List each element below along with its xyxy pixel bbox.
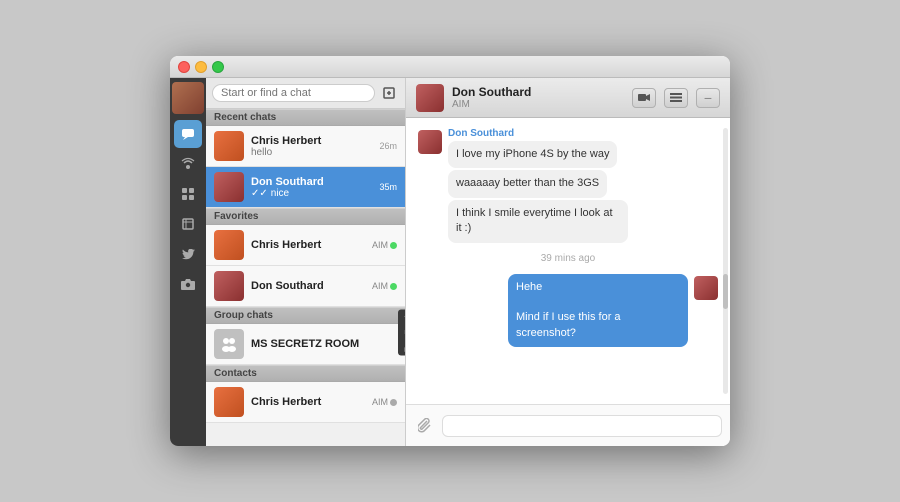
group-icon: [214, 329, 244, 359]
message-row: waaaaay better than the 3GS: [448, 170, 718, 197]
scrollbar-thumb[interactable]: [723, 274, 728, 309]
online-indicator: [390, 242, 397, 249]
aim-label: AIM: [372, 281, 388, 291]
close-chat-button[interactable]: −: [696, 88, 720, 108]
aim-label: AIM: [372, 240, 388, 250]
chat-header: Don Southard AIM −: [406, 78, 730, 118]
messages-area: Don Southard I love my iPhone 4S by the …: [406, 118, 730, 357]
section-contacts: Contacts: [206, 365, 405, 382]
scrollbar-track[interactable]: [723, 128, 728, 394]
chat-time: 26m: [379, 141, 397, 151]
search-bar: [206, 78, 405, 109]
app-body: Recent chats Chris Herbert hello 26m Don…: [170, 78, 730, 446]
message-content: Don Southard I love my iPhone 4S by the …: [448, 128, 617, 168]
chat-panel: Don Southard AIM −: [406, 78, 730, 446]
sidebar-icon-chat[interactable]: [174, 120, 202, 148]
chat-item-don-fav[interactable]: Don Southard AIM: [206, 266, 405, 307]
traffic-lights: [178, 61, 224, 73]
message-avatar: [418, 130, 442, 154]
chat-name: Don Southard: [251, 176, 372, 188]
message-content: I think I smile everytime I look at it :…: [448, 200, 628, 243]
video-call-button[interactable]: [632, 88, 656, 108]
timestamp: 39 mins ago: [418, 253, 718, 264]
aim-badge: AIM: [372, 240, 397, 250]
feedback-tab[interactable]: Feedback: [398, 310, 406, 356]
message-row: I think I smile everytime I look at it :…: [448, 200, 718, 243]
offline-indicator: [390, 399, 397, 406]
chat-info: Don Southard ✓✓ nice: [251, 176, 372, 199]
sidebar-icon-grid[interactable]: [174, 180, 202, 208]
chat-info: MS SECRETZ ROOM: [251, 338, 397, 350]
compose-button[interactable]: [379, 83, 399, 103]
message-bubble: I think I smile everytime I look at it :…: [448, 200, 628, 243]
chat-item-don-recent[interactable]: Don Southard ✓✓ nice 35m: [206, 167, 405, 208]
chat-info: Chris Herbert hello: [251, 135, 372, 158]
message-row: Don Southard I love my iPhone 4S by the …: [418, 128, 718, 168]
chat-header-service: AIM: [452, 99, 624, 110]
chat-avatar: [214, 387, 244, 417]
chat-header-name: Don Southard: [452, 85, 624, 99]
maximize-button[interactable]: [212, 61, 224, 73]
chat-item-ms-group[interactable]: MS SECRETZ ROOM: [206, 324, 405, 365]
chat-item-chris-fav[interactable]: Chris Herbert AIM: [206, 225, 405, 266]
sidebar-icon-camera[interactable]: [174, 270, 202, 298]
chat-info: Chris Herbert: [251, 396, 365, 408]
message-content: waaaaay better than the 3GS: [448, 170, 607, 197]
section-favorites: Favorites: [206, 208, 405, 225]
message-bubble: I love my iPhone 4S by the way: [448, 141, 617, 168]
chat-preview: ✓✓ nice: [251, 188, 372, 199]
message-sender: Don Southard: [448, 128, 617, 139]
chat-avatar: [214, 131, 244, 161]
sidebar-icon-twitter[interactable]: [174, 240, 202, 268]
chat-name: Chris Herbert: [251, 135, 372, 147]
chat-time: 35m: [379, 182, 397, 192]
chat-item-chris-recent[interactable]: Chris Herbert hello 26m: [206, 126, 405, 167]
message-bubble: waaaaay better than the 3GS: [448, 170, 607, 197]
delivered-icon: ✓✓: [251, 188, 268, 199]
message-content: HeheMind if I use this for a screenshot?: [508, 274, 688, 348]
chat-list-panel: Recent chats Chris Herbert hello 26m Don…: [206, 78, 406, 446]
message-group-outgoing: HeheMind if I use this for a screenshot?: [418, 274, 718, 348]
message-avatar-self: [694, 276, 718, 300]
chat-name: Chris Herbert: [251, 396, 365, 408]
aim-label: AIM: [372, 397, 388, 407]
input-area: [406, 404, 730, 446]
message-input[interactable]: [442, 415, 722, 437]
chat-item-chris-contact[interactable]: Chris Herbert AIM: [206, 382, 405, 423]
chat-preview: hello: [251, 147, 372, 158]
search-input[interactable]: [212, 84, 375, 102]
message-row-outgoing: HeheMind if I use this for a screenshot?: [418, 274, 718, 348]
close-button[interactable]: [178, 61, 190, 73]
messages-wrapper: Don Southard I love my iPhone 4S by the …: [406, 118, 730, 404]
sidebar-icon-broadcast[interactable]: [174, 150, 202, 178]
menu-button[interactable]: [664, 88, 688, 108]
section-recent-chats: Recent chats: [206, 109, 405, 126]
chat-name: Chris Herbert: [251, 239, 365, 251]
sidebar-icon-refresh[interactable]: [174, 210, 202, 238]
aim-badge: AIM: [372, 397, 397, 407]
chat-info: Chris Herbert: [251, 239, 365, 251]
chat-avatar: [214, 271, 244, 301]
online-indicator: [390, 283, 397, 290]
chat-name: MS SECRETZ ROOM: [251, 338, 397, 350]
title-bar: [170, 56, 730, 78]
chat-header-avatar: [416, 84, 444, 112]
attach-button[interactable]: [414, 415, 436, 437]
message-group-don: Don Southard I love my iPhone 4S by the …: [418, 128, 718, 243]
minimize-button[interactable]: [195, 61, 207, 73]
message-bubble-outgoing: HeheMind if I use this for a screenshot?: [508, 274, 688, 348]
chat-header-info: Don Southard AIM: [452, 85, 624, 110]
app-window: Recent chats Chris Herbert hello 26m Don…: [170, 56, 730, 446]
chat-avatar: [214, 172, 244, 202]
user-avatar[interactable]: [172, 82, 204, 114]
section-group-chats: Group chats: [206, 307, 405, 324]
chat-avatar: [214, 230, 244, 260]
chat-info: Don Southard: [251, 280, 365, 292]
icon-sidebar: [170, 78, 206, 446]
chat-name: Don Southard: [251, 280, 365, 292]
aim-badge: AIM: [372, 281, 397, 291]
